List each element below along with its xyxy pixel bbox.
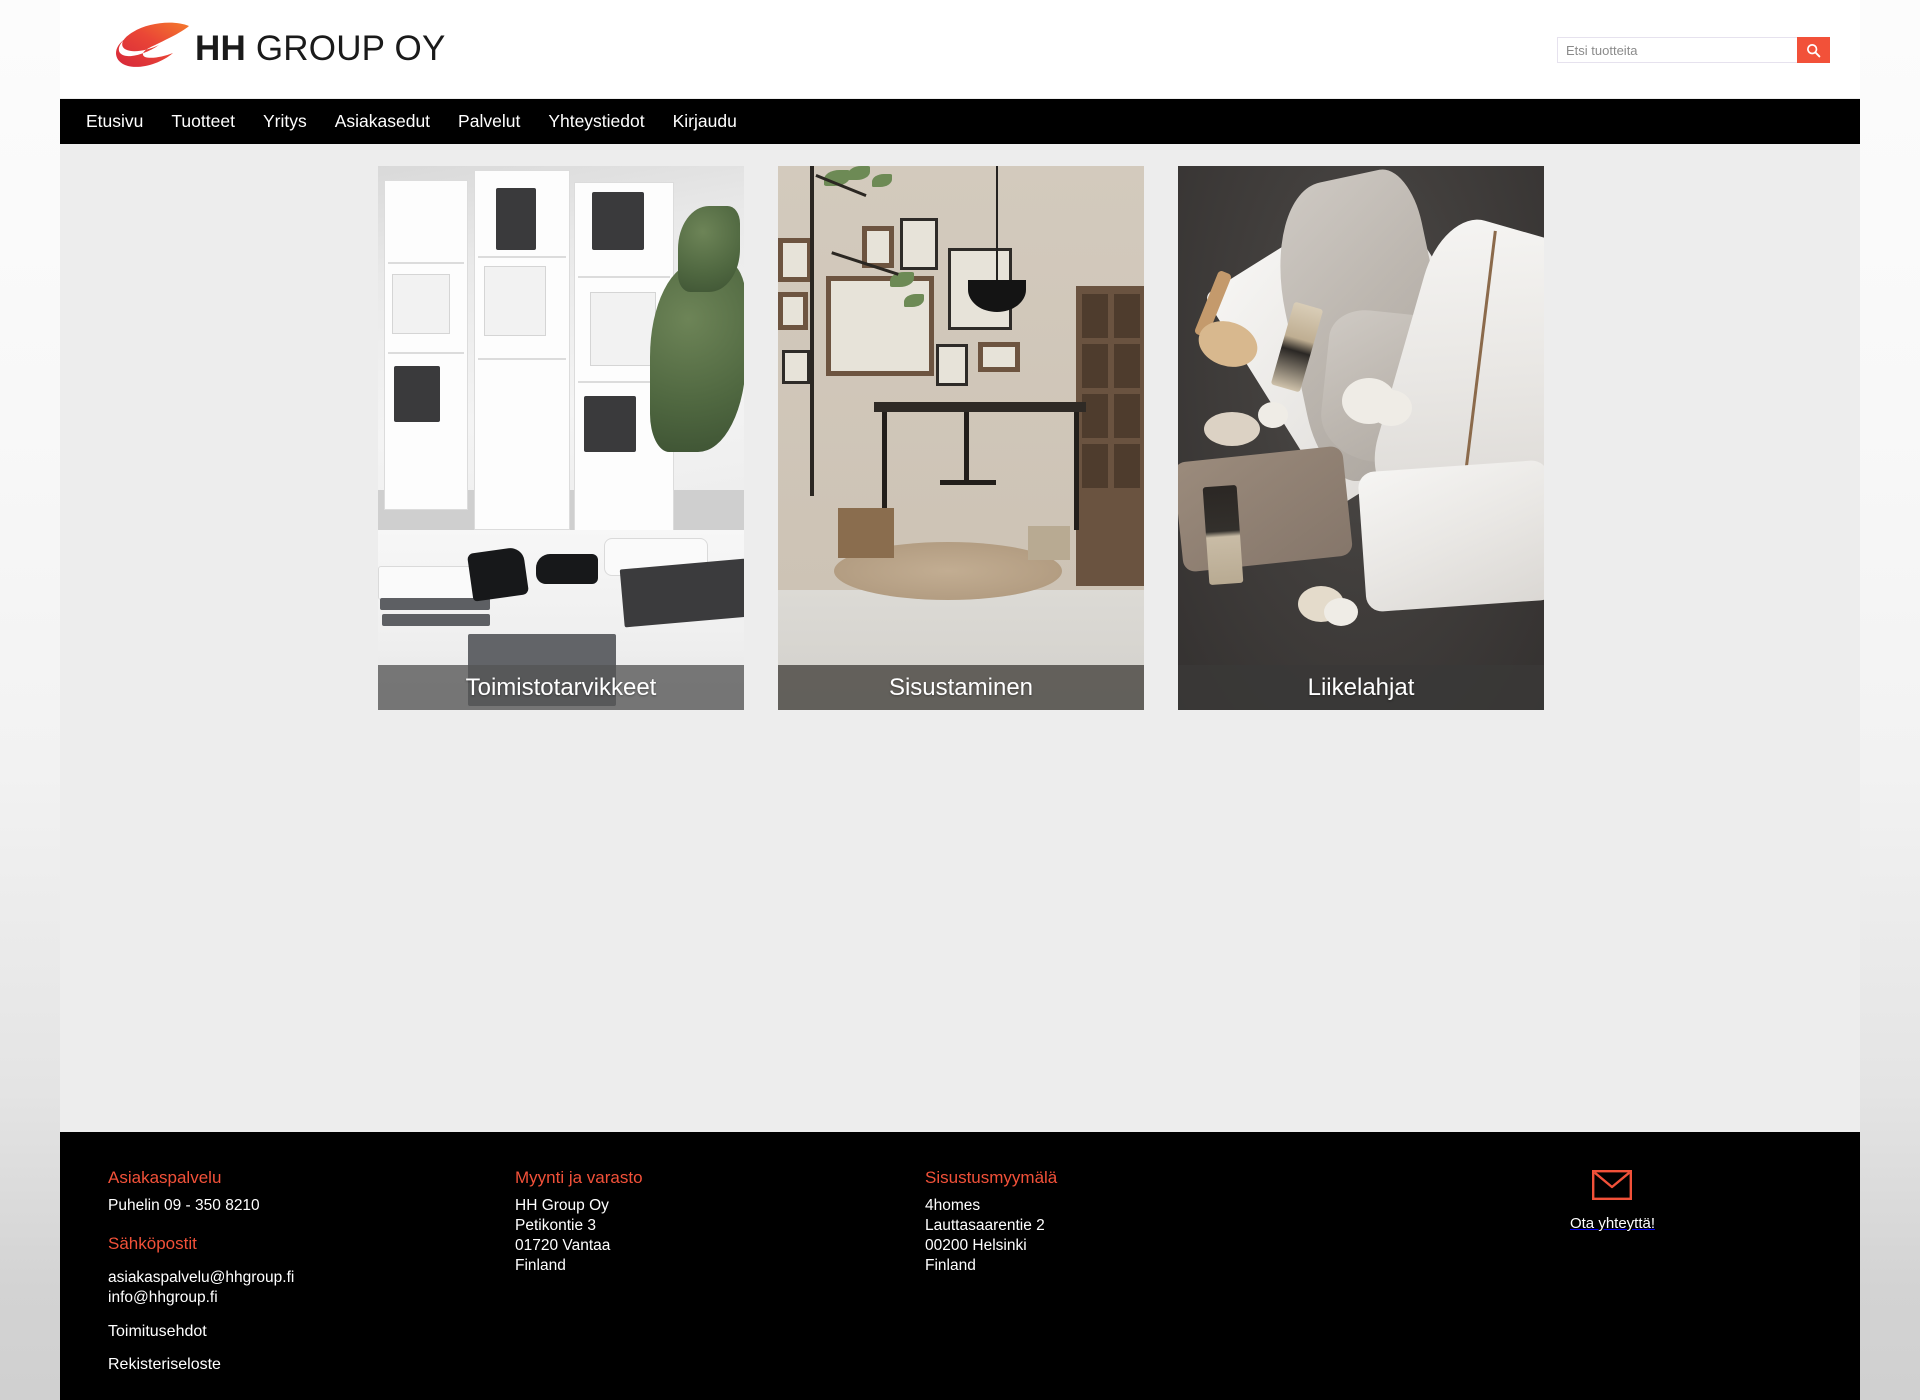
footer-showroom-line: Finland <box>925 1257 976 1274</box>
category-card-grid: Toimistotarvikkeet Sisustaminen Liikelah… <box>378 166 1544 710</box>
footer-showroom-address: 4homes Lauttasaarentie 2 00200 Helsinki … <box>925 1196 1365 1276</box>
spa-towels-photo <box>1178 166 1544 710</box>
contact-us-label: Ota yhteyttä! <box>1569 1215 1656 1232</box>
site-logo[interactable]: HH GROUP OY <box>115 14 445 84</box>
footer-email-asiakaspalvelu[interactable]: asiakaspalvelu@hhgroup.fi <box>108 1268 515 1288</box>
footer-heading-sahkopostit: Sähköpostit <box>108 1234 197 1253</box>
logo-text-light: GROUP OY <box>245 29 446 68</box>
footer-showroom-line: 00200 Helsinki <box>925 1237 1027 1254</box>
footer-columns: Asiakaspalvelu Puhelin 09 - 350 8210 Säh… <box>60 1132 1860 1374</box>
footer-showroom-line: Lauttasaarentie 2 <box>925 1217 1045 1234</box>
footer-sales-line: HH Group Oy <box>515 1197 609 1214</box>
category-card-sisustaminen[interactable]: Sisustaminen <box>778 166 1144 710</box>
site-header: HH GROUP OY <box>60 0 1860 99</box>
search-icon <box>1807 43 1821 57</box>
footer-sales-address: HH Group Oy Petikontie 3 01720 Vantaa Fi… <box>515 1196 925 1276</box>
footer-heading-sisustusmyymala: Sisustusmyymälä <box>925 1168 1058 1187</box>
footer-column-showroom: Sisustusmyymälä 4homes Lauttasaarentie 2… <box>925 1168 1365 1374</box>
category-card-caption: Toimistotarvikkeet <box>378 665 744 710</box>
logo-text-bold: HH <box>195 29 246 68</box>
interior-decor-photo <box>778 166 1144 710</box>
nav-item-etusivu[interactable]: Etusivu <box>72 99 157 144</box>
search-button[interactable] <box>1797 37 1830 63</box>
footer-link-toimitusehdot[interactable]: Toimitusehdot <box>108 1323 207 1341</box>
nav-item-kirjaudu[interactable]: Kirjaudu <box>659 99 751 144</box>
footer-column-contact: Ota yhteyttä! <box>1365 1168 1860 1374</box>
nav-item-yhteystiedot[interactable]: Yhteystiedot <box>534 99 658 144</box>
nav-item-yritys[interactable]: Yritys <box>249 99 321 144</box>
site-footer: Asiakaspalvelu Puhelin 09 - 350 8210 Säh… <box>60 1132 1860 1400</box>
footer-sales-line: 01720 Vantaa <box>515 1237 611 1254</box>
main-content: Toimistotarvikkeet Sisustaminen Liikelah… <box>60 144 1860 1132</box>
footer-email-info[interactable]: info@hhgroup.fi <box>108 1288 515 1308</box>
category-card-liikelahjat[interactable]: Liikelahjat <box>1178 166 1544 710</box>
footer-sales-line: Finland <box>515 1257 566 1274</box>
category-card-toimistotarvikkeet[interactable]: Toimistotarvikkeet <box>378 166 744 710</box>
nav-item-asiakasedut[interactable]: Asiakasedut <box>321 99 444 144</box>
footer-heading-asiakaspalvelu: Asiakaspalvelu <box>108 1168 222 1187</box>
category-card-caption: Sisustaminen <box>778 665 1144 710</box>
footer-column-customer-service: Asiakaspalvelu Puhelin 09 - 350 8210 Säh… <box>60 1168 515 1374</box>
footer-column-sales: Myynti ja varasto HH Group Oy Petikontie… <box>515 1168 925 1374</box>
nav-item-tuotteet[interactable]: Tuotteet <box>157 99 249 144</box>
footer-phone: Puhelin 09 - 350 8210 <box>108 1197 260 1214</box>
search-input[interactable] <box>1557 37 1797 63</box>
footer-email-list: asiakaspalvelu@hhgroup.fi info@hhgroup.f… <box>108 1268 515 1308</box>
footer-showroom-line: 4homes <box>925 1197 981 1214</box>
contact-us-button[interactable]: Ota yhteyttä! <box>1570 1170 1655 1232</box>
page-container: HH GROUP OY Etusivu Tuotteet Yritys Asia… <box>60 0 1860 1400</box>
search-bar <box>1557 37 1830 63</box>
swoosh-logo-icon <box>116 22 189 67</box>
category-card-caption: Liikelahjat <box>1178 665 1544 710</box>
nav-item-palvelut[interactable]: Palvelut <box>444 99 534 144</box>
envelope-icon <box>1592 1170 1633 1205</box>
logo-text: HH GROUP OY <box>195 29 445 69</box>
footer-sales-line: Petikontie 3 <box>515 1217 596 1234</box>
office-supplies-photo <box>378 166 744 710</box>
footer-heading-myynti-ja-varasto: Myynti ja varasto <box>515 1168 643 1187</box>
footer-link-rekisteriseloste[interactable]: Rekisteriseloste <box>108 1356 221 1374</box>
main-navigation: Etusivu Tuotteet Yritys Asiakasedut Palv… <box>60 99 1860 144</box>
